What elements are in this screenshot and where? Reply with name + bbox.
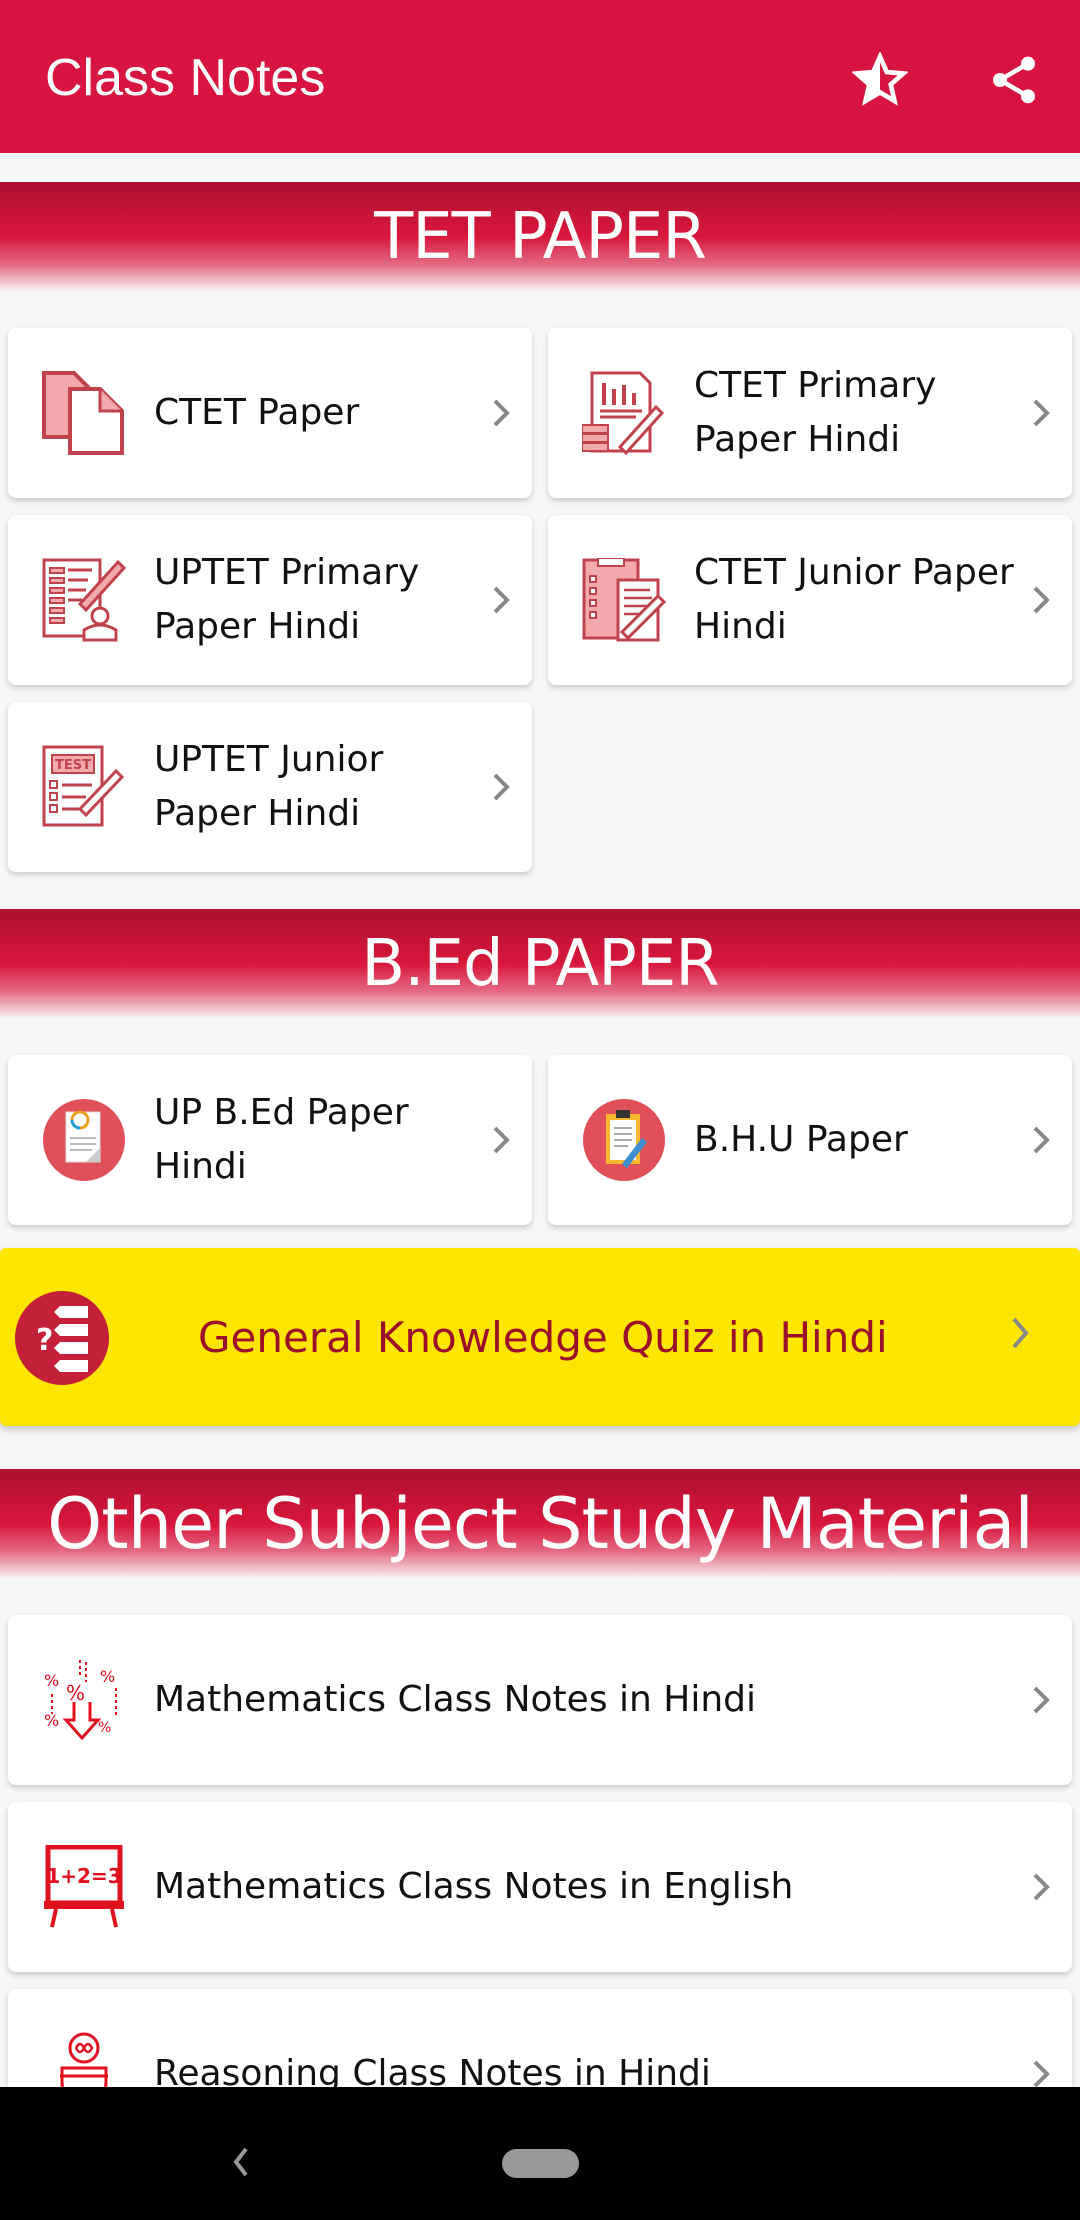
home-button[interactable] [502,2149,579,2178]
svg-text:%: % [100,1667,115,1686]
back-icon [233,2147,248,2177]
app-bar: Class Notes [0,0,1080,153]
chevron-right-icon [486,767,516,807]
card-bhu-paper[interactable]: B.H.U Paper [548,1055,1072,1225]
clipboard-pencil-icon [576,1092,672,1188]
section-header-tet: TET PAPER [0,182,1080,292]
card-math-english[interactable]: 1+2=3 Mathematics Class Notes in English [8,1802,1072,1972]
card-label: B.H.U Paper [694,1119,908,1160]
svg-text:TEST: TEST [55,758,91,773]
rate-button[interactable] [840,40,920,120]
card-uptet-primary-hindi[interactable]: UPTET Primary Paper Hindi [8,515,532,685]
svg-text:%: % [44,1671,59,1690]
blackboard-math-icon: 1+2=3 [36,1839,132,1935]
chevron-right-icon [486,1120,516,1160]
card-uptet-junior-hindi[interactable]: TEST UPTET Junior Paper Hindi [8,702,532,872]
board-text: 1+2=3 [46,1864,121,1888]
card-label: CTET Paper [154,392,360,433]
svg-text:%: % [98,1720,111,1736]
chevron-right-icon [486,580,516,620]
share-button[interactable] [974,40,1054,120]
section-header-other: Other Subject Study Material [0,1469,1080,1579]
section-header-bed: B.Ed PAPER [0,909,1080,1019]
card-label: CTET Primary Paper Hindi [694,365,937,460]
card-ctet-junior-hindi[interactable]: CTET Junior Paper Hindi [548,515,1072,685]
document-circle-icon [36,1092,132,1188]
card-label: Mathematics Class Notes in Hindi [154,1679,757,1720]
chevron-right-icon [1026,1120,1056,1160]
chevron-right-icon [1010,1316,1030,1354]
chevron-right-icon [1026,1867,1056,1907]
svg-text:?: ? [36,1323,53,1358]
chevron-right-icon [1026,393,1056,433]
form-student-icon [36,552,132,648]
card-label: UPTET Primary Paper Hindi [154,552,420,647]
svg-text:%: % [66,1681,85,1705]
gk-quiz-banner[interactable]: ? General Knowledge Quiz in Hindi [0,1248,1080,1426]
card-label: Mathematics Class Notes in English [154,1866,794,1907]
card-ctet-paper[interactable]: CTET Paper [8,328,532,498]
app-title: Class Notes [45,49,326,107]
report-chart-pen-icon [576,365,672,461]
quiz-label: General Knowledge Quiz in Hindi [198,1312,888,1362]
test-sheet-icon: TEST [36,739,132,835]
card-up-bed-hindi[interactable]: UP B.Ed Paper Hindi [8,1055,532,1225]
system-nav-bar [0,2087,1080,2220]
quiz-options-icon: ? [14,1290,110,1386]
share-icon [993,56,1035,104]
clipboard-checklist-icon [576,552,672,648]
chevron-right-icon [1026,1680,1056,1720]
chevron-right-icon [1026,580,1056,620]
card-label: UPTET Junior Paper Hindi [154,739,384,834]
back-button[interactable] [220,2137,260,2187]
card-label: CTET Junior Paper Hindi [694,552,1014,647]
star-half-icon [852,52,908,106]
documents-copy-icon [36,365,132,461]
card-label: UP B.Ed Paper Hindi [154,1092,409,1187]
chevron-right-icon [486,393,516,433]
card-math-hindi[interactable]: % % % % % Mathematics Class Notes in Hin… [8,1615,1072,1785]
card-ctet-primary-hindi[interactable]: CTET Primary Paper Hindi [548,328,1072,498]
percent-arrow-icon: % % % % % [36,1652,132,1748]
